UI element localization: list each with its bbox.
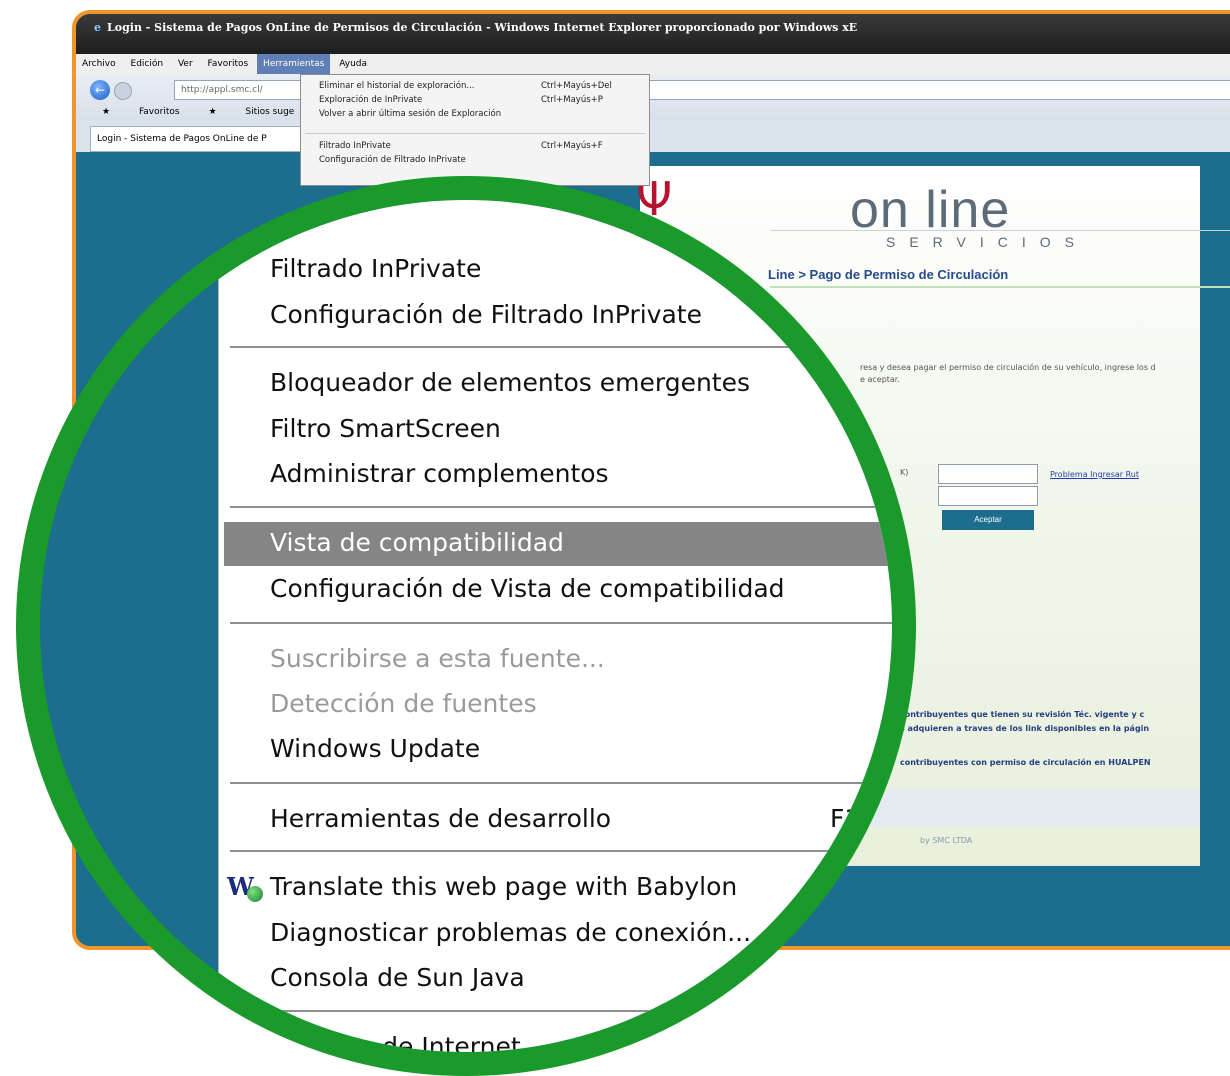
- problem-rut-link[interactable]: Problema Ingresar Rut: [1050, 470, 1139, 479]
- menu-item-babylon-translate[interactable]: Translate this web page with Babylon: [270, 872, 737, 902]
- tab-strip: Login - Sistema de Pagos OnLine de P: [76, 120, 1230, 152]
- menu-item-inprivate-filtering-settings[interactable]: Configuración de Filtrado InPrivate: [319, 155, 466, 166]
- menu-item-inprivate-filtering[interactable]: Filtrado InPrivate: [270, 254, 481, 284]
- rut-input[interactable]: [938, 464, 1038, 484]
- menu-separator: [230, 850, 892, 852]
- accept-button[interactable]: Aceptar: [942, 510, 1034, 530]
- tab-login[interactable]: Login - Sistema de Pagos OnLine de P: [90, 126, 308, 152]
- menu-shortcut: Ctrl+Mayús+F: [541, 141, 603, 151]
- rut-dv-input[interactable]: [938, 486, 1038, 506]
- intro-line-2: e aceptar.: [860, 374, 1156, 386]
- suggested-sites-label: Sitios suge: [245, 107, 295, 117]
- notice-line-1: contribuyentes que tienen su revisión Té…: [900, 710, 1145, 719]
- intro-line-1: resa y desea pagar el permiso de circula…: [860, 363, 1156, 372]
- back-button[interactable]: ←: [90, 80, 110, 100]
- menu-item-compatibility-view[interactable]: Vista de compatibilidad: [270, 528, 564, 558]
- menu-item-sun-java-console[interactable]: Consola de Sun Java: [270, 963, 525, 993]
- menu-separator: [230, 622, 892, 624]
- magnifier-lens: Filtrado InPrivate Configuración de Filt…: [16, 176, 916, 1076]
- menu-item-inprivate-filtering[interactable]: Filtrado InPrivate: [319, 141, 391, 152]
- menu-ver[interactable]: Ver: [172, 54, 199, 74]
- menu-herramientas[interactable]: Herramientas: [257, 54, 331, 74]
- menu-item-internet-options[interactable]: ciones de Internet: [294, 1032, 521, 1052]
- tools-dropdown-small: Eliminar el historial de exploración... …: [300, 74, 650, 186]
- menu-item-developer-tools[interactable]: Herramientas de desarrollo: [270, 804, 611, 834]
- favorites-bar: ★ Favoritos ★ Sitios suge: [76, 104, 1230, 120]
- notice-text: contribuyentes que tienen su revisión Té…: [900, 708, 1149, 736]
- forward-button[interactable]: [114, 82, 132, 100]
- menu-item-inprivate-browsing[interactable]: Exploración de InPrivate: [319, 95, 422, 106]
- menu-item-popup-blocker[interactable]: Bloqueador de elementos emergentes: [270, 368, 750, 398]
- suggested-sites[interactable]: ★ Sitios suge: [208, 107, 294, 117]
- menu-item-delete-history[interactable]: Eliminar el historial de exploración...: [319, 81, 475, 92]
- menu-separator: [230, 1010, 892, 1012]
- magnifier-content: Filtrado InPrivate Configuración de Filt…: [40, 200, 892, 1052]
- notice-text-2: contribuyentes con permiso de circulació…: [900, 758, 1151, 767]
- address-bar-area: ← http://appl.smc.cl/ ★ Favoritos ★ Siti…: [76, 74, 1230, 120]
- globe-icon: [247, 886, 263, 902]
- notice-line-2: s adquieren a traves de los link disponi…: [900, 724, 1150, 733]
- menu-item-feed-discovery: Detección de fuentes: [270, 689, 537, 718]
- favorites-button[interactable]: ★ Favoritos: [102, 107, 180, 117]
- favorites-label: Favoritos: [138, 107, 180, 117]
- menu-separator: [230, 506, 892, 508]
- menu-item-manage-addons[interactable]: Administrar complementos: [270, 459, 609, 489]
- menu-archivo[interactable]: Archivo: [76, 54, 122, 74]
- intro-text: resa y desea pagar el permiso de circula…: [860, 362, 1156, 386]
- menu-separator: [230, 346, 892, 348]
- menu-edicion[interactable]: Edición: [125, 54, 170, 74]
- menu-item-inprivate-filtering-settings[interactable]: Configuración de Filtrado InPrivate: [270, 300, 702, 330]
- menu-shortcut: Ctrl+Mayús+P: [541, 95, 603, 105]
- menu-favoritos[interactable]: Favoritos: [202, 54, 255, 74]
- menu-item-subscribe-feed: Suscribirse a esta fuente...: [270, 644, 605, 673]
- menu-item-diagnose-connection[interactable]: Diagnosticar problemas de conexión...: [270, 918, 751, 948]
- title-bar: e Login - Sistema de Pagos OnLine de Perm…: [76, 14, 1230, 54]
- menu-separator: [305, 133, 645, 134]
- ie-logo-icon: e: [94, 21, 101, 34]
- menu-shortcut: Ctrl+Mayús+Del: [541, 81, 612, 91]
- menu-item-smartscreen-filter[interactable]: Filtro SmartScreen: [270, 414, 501, 444]
- babylon-icon: W: [227, 872, 263, 902]
- menu-item-compatibility-view-settings[interactable]: Configuración de Vista de compatibilidad: [270, 574, 785, 604]
- footer-text: by SMC LTDA: [920, 836, 973, 845]
- site-logo-subtitle: SERVICIOS: [886, 234, 1088, 250]
- menu-separator: [230, 782, 892, 784]
- menu-ayuda[interactable]: Ayuda: [333, 54, 373, 74]
- menu-item-reopen-session[interactable]: Volver a abrir última sesión de Explorac…: [319, 109, 501, 120]
- menu-shortcut-f12: F12: [830, 804, 877, 833]
- menu-item-windows-update[interactable]: Windows Update: [270, 734, 480, 764]
- window-title: Login - Sistema de Pagos OnLine de Permi…: [107, 21, 858, 34]
- menu-bar: Archivo Edición Ver Favoritos Herramient…: [76, 54, 1230, 74]
- rut-label: K): [900, 468, 909, 477]
